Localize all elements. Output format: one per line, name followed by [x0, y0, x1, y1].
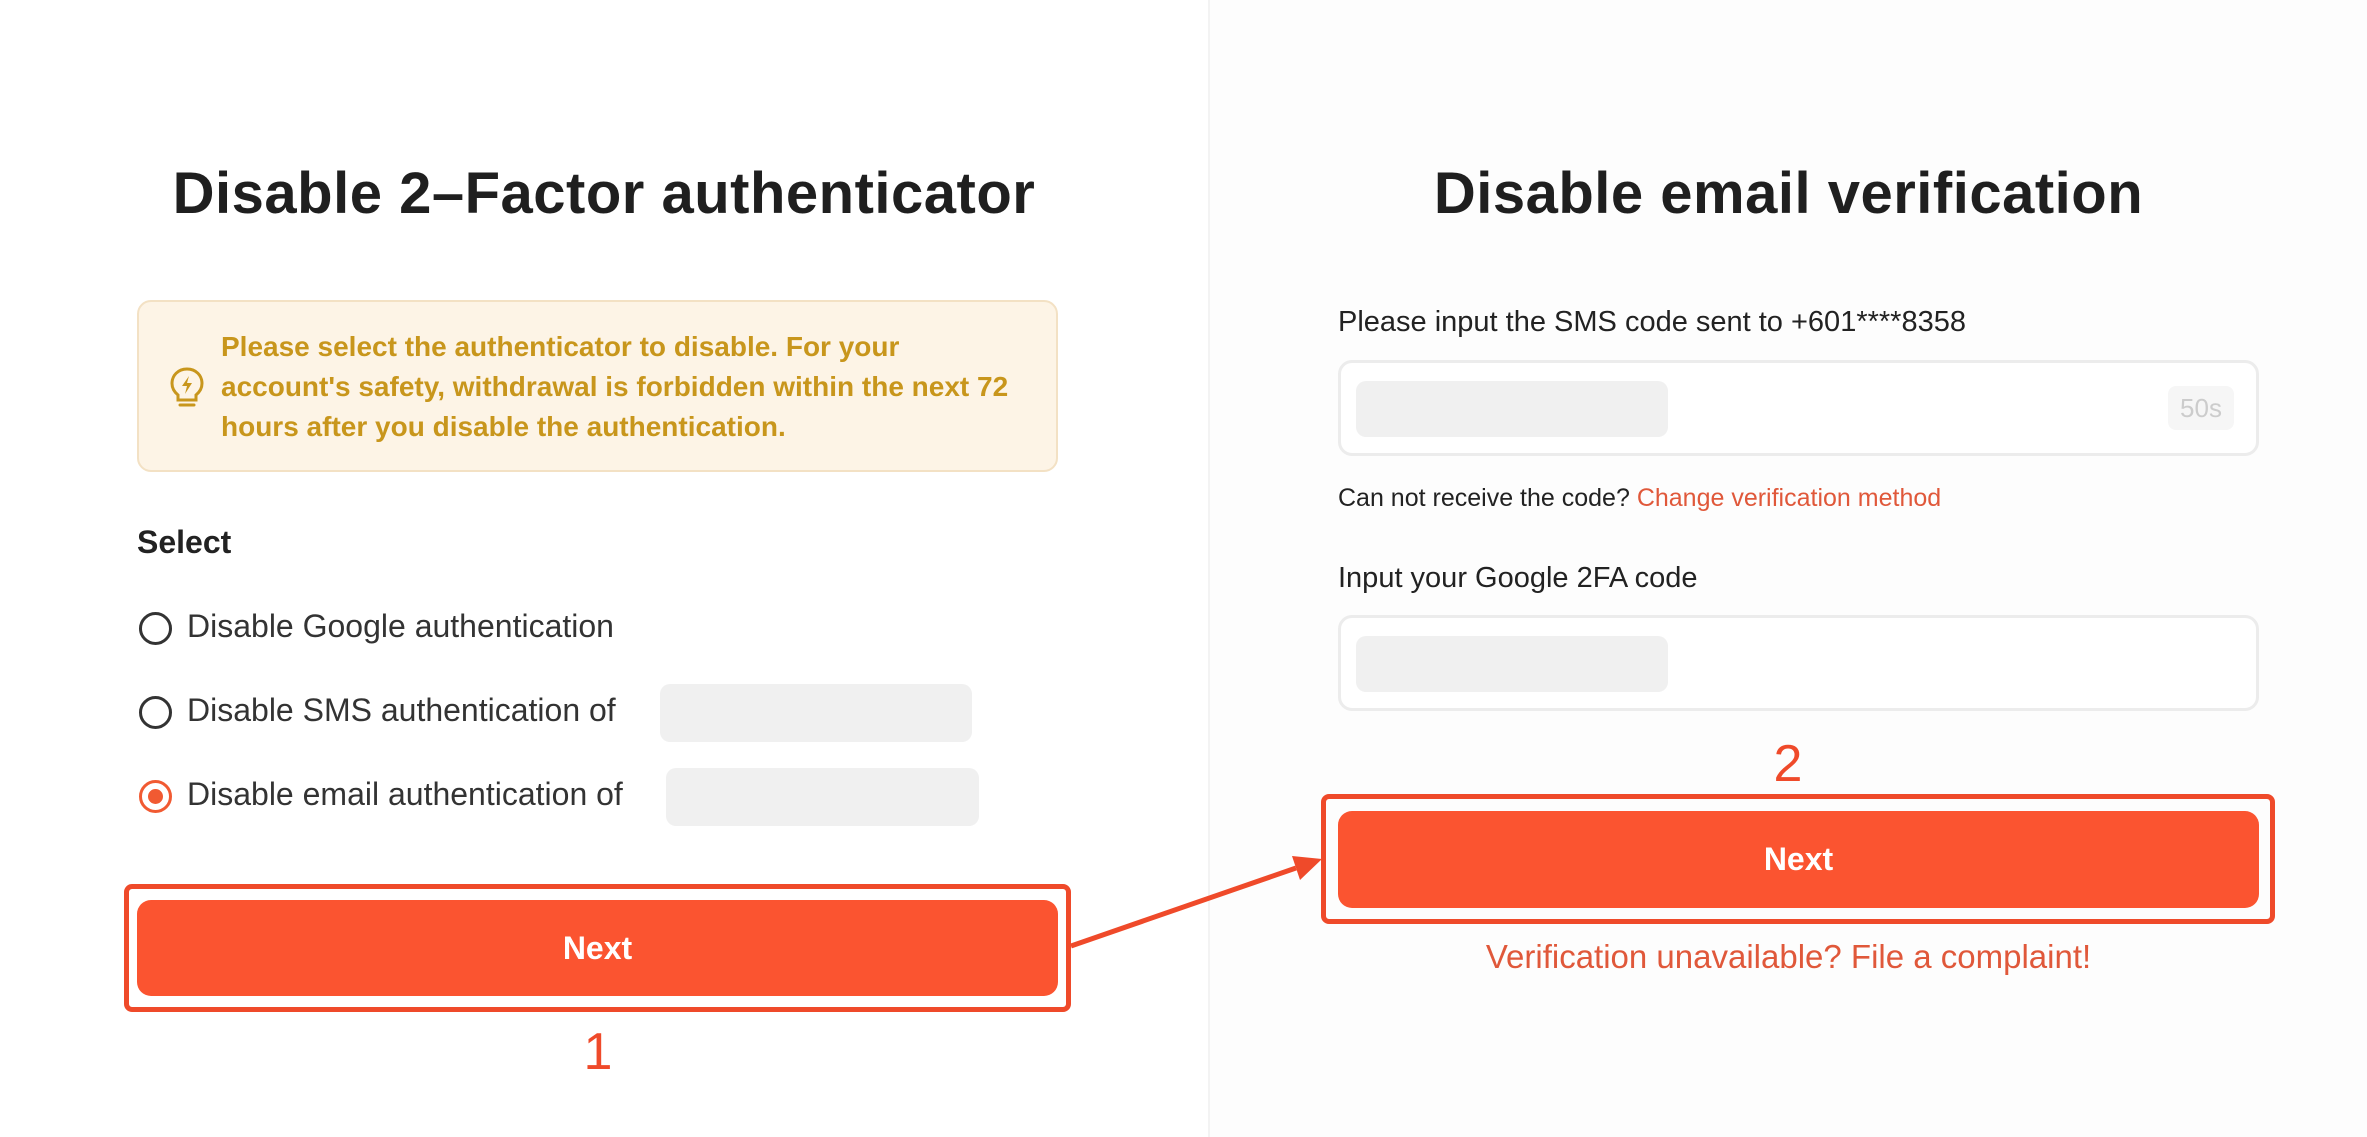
resend-countdown: 50s [2168, 386, 2234, 430]
lightbulb-icon [170, 367, 204, 407]
sms-code-label: Please input the SMS code sent to +601**… [1338, 306, 1966, 338]
disable-email-panel: Disable email verification Please input … [1210, 0, 2367, 1137]
radio-google[interactable] [139, 612, 172, 645]
next-button[interactable]: Next [137, 900, 1058, 996]
sms-code-input[interactable]: 50s [1338, 360, 2259, 456]
option-google[interactable]: Disable Google authentication [137, 600, 737, 656]
disable-2fa-panel: Disable 2–Factor authenticator Please se… [0, 0, 1208, 1137]
redacted-phone [660, 684, 972, 742]
google-code-label: Input your Google 2FA code [1338, 562, 1698, 594]
warning-notice: Please select the authenticator to disab… [137, 300, 1058, 472]
notice-text: Please select the authenticator to disab… [221, 331, 1009, 442]
redacted-google-code [1356, 636, 1668, 692]
option-sms[interactable]: Disable SMS authentication of [137, 684, 977, 742]
page-title: Disable email verification [1433, 161, 2144, 226]
redacted-sms-code [1356, 381, 1668, 437]
redacted-email [666, 768, 979, 826]
select-label: Select [137, 524, 232, 560]
cannot-receive-text: Can not receive the code? [1338, 484, 1630, 512]
step-number-1: 1 [583, 1023, 613, 1081]
google-code-input[interactable] [1338, 615, 2259, 711]
option-email[interactable]: Disable email authentication of [137, 768, 987, 826]
radio-email[interactable] [139, 780, 172, 813]
page-title: Disable 2–Factor authenticator [172, 161, 1036, 226]
step-number-2: 2 [1773, 735, 1803, 793]
option-sms-label: Disable SMS authentication of [187, 692, 616, 728]
next-button[interactable]: Next [1338, 811, 2259, 908]
change-method-link[interactable]: Change verification method [1637, 484, 1941, 512]
option-google-label: Disable Google authentication [187, 608, 614, 644]
file-complaint-link[interactable]: Verification unavailable? File a complai… [1210, 938, 2367, 976]
radio-sms[interactable] [139, 696, 172, 729]
option-email-label: Disable email authentication of [187, 776, 623, 812]
cannot-receive-row: Can not receive the code? Change verific… [1338, 484, 1941, 513]
screenshot-stage: Disable 2–Factor authenticator Please se… [0, 0, 2367, 1137]
